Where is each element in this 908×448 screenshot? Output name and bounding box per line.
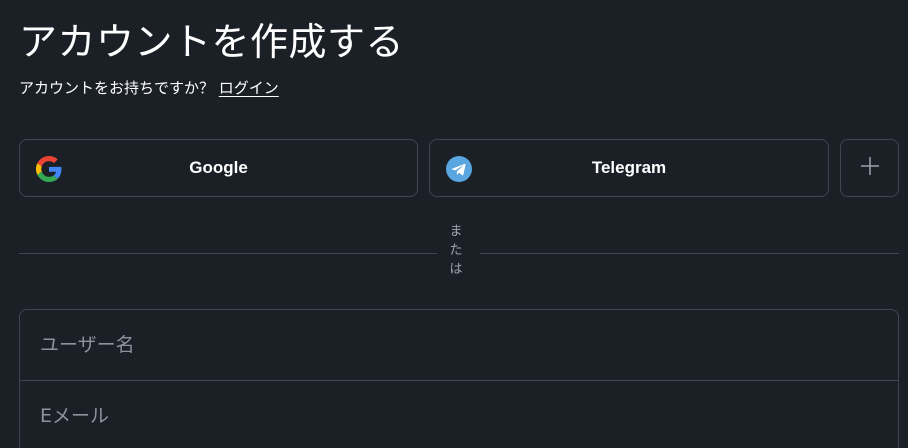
signup-page: アカウントを作成する アカウントをお持ちですか？ ログイン Google Tel… [0,0,908,448]
telegram-icon [446,156,472,182]
divider-line-right [480,253,899,254]
email-field[interactable] [20,380,898,448]
divider-or-text: または [449,224,463,277]
plus-icon [860,156,880,180]
google-signup-button[interactable]: Google [19,139,418,197]
google-button-label: Google [189,158,248,177]
login-link[interactable]: ログイン [219,79,279,97]
signup-form [19,309,899,448]
more-options-button[interactable] [840,139,899,197]
divider-line-left [19,253,437,254]
page-title: アカウントを作成する [19,20,405,64]
telegram-signup-button[interactable]: Telegram [429,139,829,197]
google-icon [36,156,62,182]
telegram-button-label: Telegram [591,158,667,177]
username-field[interactable] [20,310,898,380]
login-prompt: アカウントをお持ちですか？ ログイン [19,77,279,99]
login-prompt-text: アカウントをお持ちですか？ [19,79,215,97]
